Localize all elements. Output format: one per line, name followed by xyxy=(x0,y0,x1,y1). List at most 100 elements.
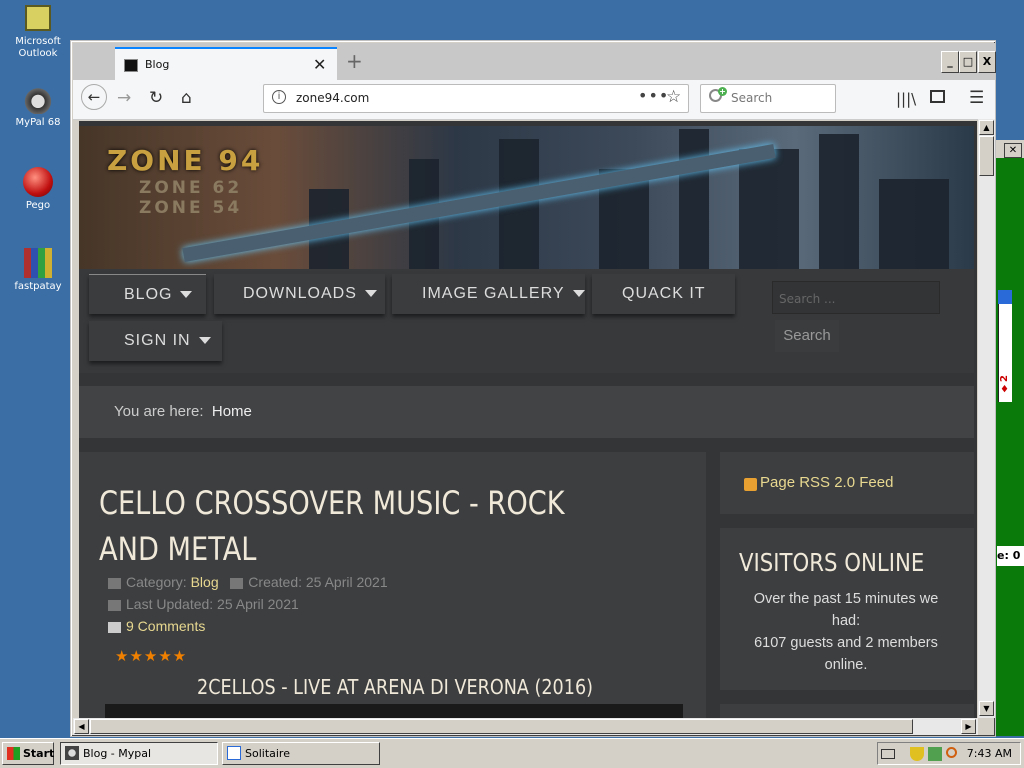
close-button[interactable]: X xyxy=(978,51,996,73)
favicon-icon xyxy=(124,59,138,72)
article-title[interactable]: CELLO CROSSOVER MUSIC - ROCK AND METAL xyxy=(99,480,575,572)
breadcrumb-home-link[interactable]: Home xyxy=(212,403,252,420)
breadcrumb-prefix: You are here: xyxy=(114,403,204,420)
search-icon[interactable] xyxy=(946,747,957,758)
search-placeholder: Search xyxy=(731,91,773,105)
page-actions-icon[interactable]: ••• xyxy=(638,86,669,105)
archive-icon xyxy=(24,248,52,278)
video-player[interactable] xyxy=(105,704,683,718)
comment-icon xyxy=(108,621,121,633)
tab-blog[interactable]: Blog ✕ xyxy=(115,47,337,81)
chevron-down-icon xyxy=(572,290,585,298)
chevron-down-icon xyxy=(364,290,377,298)
reload-button[interactable]: ↻ xyxy=(149,88,163,108)
rating-stars[interactable]: ★★★★★ xyxy=(115,647,187,665)
vertical-scrollbar[interactable]: ▲ ▼ xyxy=(978,119,995,718)
shield-icon[interactable] xyxy=(910,747,924,761)
site-logo[interactable]: ZONE 94 xyxy=(107,144,263,177)
comments-link[interactable]: 9 Comments xyxy=(126,618,205,634)
chevron-down-icon xyxy=(198,337,211,345)
url-text: zone94.com xyxy=(296,91,370,105)
sidebar-module xyxy=(720,704,974,718)
back-button[interactable]: ← xyxy=(81,84,107,110)
start-button[interactable]: Start xyxy=(2,742,54,765)
category-link[interactable]: Blog xyxy=(191,574,219,590)
article: CELLO CROSSOVER MUSIC - ROCK AND METAL C… xyxy=(79,452,706,718)
visitors-text: Over the past 15 minutes we had: 6107 gu… xyxy=(753,591,939,673)
taskbar-item-mypal[interactable]: Blog - Mypal xyxy=(60,742,218,765)
logo-subtitle-2: ZONE 54 xyxy=(139,198,243,218)
page-viewport: ZONE 94 ZONE 62 ZONE 54 BLOG DOWNLOADS I… xyxy=(79,121,977,718)
solitaire-card-back xyxy=(998,290,1012,304)
solitaire-icon xyxy=(227,746,241,760)
solitaire-score: e: 0 xyxy=(997,546,1024,566)
sidebar-icon[interactable] xyxy=(930,90,945,103)
maximize-button[interactable]: □ xyxy=(959,51,977,73)
tab-title: Blog xyxy=(145,58,170,71)
menu-item-quack-it[interactable]: QUACK IT xyxy=(592,274,735,314)
article-meta-comments: 9 Comments xyxy=(108,618,205,634)
article-meta-updated: Last Updated: 25 April 2021 xyxy=(108,596,299,612)
menu-item-downloads[interactable]: DOWNLOADS xyxy=(214,274,385,314)
browser-window: Blog ✕ + _ □ X ← → ↻ ⌂ i zone94.com ••• … xyxy=(70,40,996,737)
system-tray: 7:43 AM xyxy=(877,742,1021,765)
rss-icon xyxy=(744,478,757,491)
rss-module: Page RSS 2.0 Feed xyxy=(720,452,974,514)
keyboard-icon[interactable] xyxy=(881,749,895,759)
network-icon[interactable] xyxy=(928,747,942,761)
rss-link[interactable]: Page RSS 2.0 Feed xyxy=(760,474,893,491)
url-bar[interactable]: i zone94.com ••• ☆ xyxy=(263,84,689,113)
outlook-icon xyxy=(25,5,51,31)
home-button[interactable]: ⌂ xyxy=(181,88,192,108)
desktop-icon-outlook[interactable]: Microsoft Outlook xyxy=(3,5,73,60)
library-icon[interactable]: |||\ xyxy=(896,90,916,108)
folder-icon xyxy=(108,577,121,589)
desktop-icon-mypal[interactable]: MyPal 68 xyxy=(3,86,73,129)
solitaire-card-rank: ♦2 xyxy=(999,375,1010,393)
solitaire-window[interactable] xyxy=(994,140,1024,736)
menu-item-image-gallery[interactable]: IMAGE GALLERY xyxy=(392,274,585,314)
tab-bar: Blog ✕ + _ □ X xyxy=(73,43,996,81)
article-meta-category: Category: Blog Created: 25 April 2021 xyxy=(108,574,388,590)
menu-item-blog[interactable]: BLOG xyxy=(89,274,206,314)
browser-search-input[interactable]: + Search xyxy=(700,84,836,113)
pego-icon xyxy=(23,167,53,197)
add-search-icon: + xyxy=(718,87,727,96)
desktop-icon-fastpatay[interactable]: fastpatay xyxy=(3,248,73,293)
site-search-input[interactable]: Search ... xyxy=(772,281,940,314)
site-search-button[interactable]: Search xyxy=(775,320,839,352)
desktop-icon-label: fastpatay xyxy=(14,281,62,292)
forward-button[interactable]: → xyxy=(117,88,131,108)
desktop-icon-label: MyPal 68 xyxy=(15,117,61,128)
horizontal-scrollbar[interactable]: ◀ ▶ xyxy=(73,718,978,735)
chevron-down-icon xyxy=(180,291,193,299)
scroll-thumb[interactable] xyxy=(90,719,913,734)
scroll-up-button[interactable]: ▲ xyxy=(979,120,994,135)
scroll-right-button[interactable]: ▶ xyxy=(961,719,976,734)
visitors-module: VISITORS ONLINE Over the past 15 minutes… xyxy=(720,528,974,690)
breadcrumb: You are here: Home xyxy=(79,386,974,438)
tab-close-icon[interactable]: ✕ xyxy=(313,55,326,74)
visitors-heading: VISITORS ONLINE xyxy=(739,548,925,577)
menu-item-sign-in[interactable]: SIGN IN xyxy=(89,321,222,361)
taskbar-item-solitaire[interactable]: Solitaire xyxy=(222,742,380,765)
scroll-down-button[interactable]: ▼ xyxy=(979,701,994,716)
windows-logo-icon xyxy=(7,747,20,760)
navigation-toolbar: ← → ↻ ⌂ i zone94.com ••• ☆ + Search |||\… xyxy=(73,80,995,120)
desktop-icon-label: Pego xyxy=(25,200,51,211)
info-icon[interactable]: i xyxy=(272,90,286,104)
desktop-icon-label: Microsoft Outlook xyxy=(15,36,61,59)
scroll-thumb[interactable] xyxy=(979,136,994,176)
desktop-icon-pego[interactable]: Pego xyxy=(3,167,73,212)
minimize-button[interactable]: _ xyxy=(941,51,959,73)
mypal-icon xyxy=(23,86,53,114)
site-menu: BLOG DOWNLOADS IMAGE GALLERY QUACK IT SI… xyxy=(79,269,974,373)
bookmark-star-icon[interactable]: ☆ xyxy=(666,87,681,107)
solitaire-close-button[interactable]: ✕ xyxy=(1004,143,1022,158)
article-created: Created: 25 April 2021 xyxy=(248,574,388,590)
new-tab-button[interactable]: + xyxy=(346,49,363,73)
scroll-left-button[interactable]: ◀ xyxy=(74,719,89,734)
menu-icon[interactable]: ☰ xyxy=(969,88,984,108)
mypal-icon xyxy=(65,746,79,760)
video-title: 2CELLOS - LIVE AT ARENA DI VERONA (2016) xyxy=(197,675,594,699)
